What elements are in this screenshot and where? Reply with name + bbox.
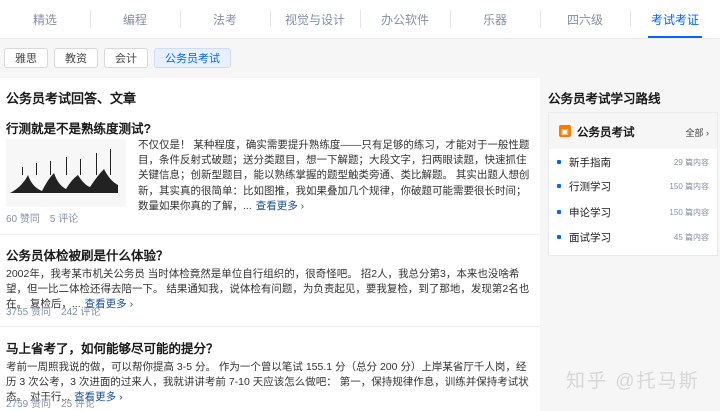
tab-office-software[interactable]: 办公软件 xyxy=(360,0,450,38)
learning-path-title: 公务员考试学习路线 xyxy=(548,92,661,106)
tab-law-exam[interactable]: 法考 xyxy=(180,0,270,38)
question-title[interactable]: 马上省考了，如何能够尽可能的提分？ xyxy=(6,338,219,357)
tab-programming[interactable]: 编程 xyxy=(90,0,180,38)
upvote-count[interactable]: 3755 赞同 xyxy=(6,303,51,318)
feed-title: 公务员考试回答、文章 xyxy=(6,91,137,106)
tab-exams-certificates[interactable]: 考试考证 xyxy=(630,0,720,38)
tab-instruments[interactable]: 乐器 xyxy=(450,0,540,38)
excerpt-text: 不仅仅是！ 某种程度，确实需要提升熟练度——只有足够的练习，才能对于一般性题目，… xyxy=(138,139,530,212)
path-item-label: 新手指南 xyxy=(569,156,611,169)
learning-path-name: 公务员考试 xyxy=(577,127,635,139)
question-title[interactable]: 公务员体检被刷是什么体验？ xyxy=(6,245,169,264)
question-title[interactable]: 行测就是不是熟练度测试? xyxy=(6,118,151,137)
upvote-count[interactable]: 60 赞同 xyxy=(6,210,40,225)
comment-count[interactable]: 25 评论 xyxy=(61,395,95,410)
comment-count[interactable]: 242 评论 xyxy=(61,303,100,318)
bullet-icon xyxy=(557,235,561,239)
comment-count[interactable]: 5 评论 xyxy=(50,210,78,225)
path-item-count: 150 篇内容 xyxy=(669,207,709,217)
zhihu-watermark: 知乎 @托马斯 xyxy=(566,371,700,392)
view-all-link[interactable]: 全部 › xyxy=(686,126,710,139)
path-item-label: 面试学习 xyxy=(569,231,611,244)
bullet-icon xyxy=(557,160,561,164)
chip-accounting[interactable]: 会计 xyxy=(104,48,148,68)
category-nav: 精选 编程 法考 视觉与设计 办公软件 乐器 四六级 考试考证 xyxy=(0,0,720,39)
path-item-label: 申论学习 xyxy=(569,206,611,219)
sub-category-chips: 雅思 教资 会计 公务员考试 xyxy=(4,48,231,68)
tab-visual-design[interactable]: 视觉与设计 xyxy=(270,0,360,38)
answer-stats: 2759 赞同 25 评论 xyxy=(6,395,95,410)
answer-excerpt[interactable]: 2002年，我考某市机关公务员 当时体检竟然是单位自行组织的，很奇怪吧。 招2人… xyxy=(6,267,536,310)
learning-path-card: ▣ 公务员考试 全部 › 新手指南 29 篇内容 行测学习 150 篇内容 申论… xyxy=(548,112,718,256)
path-item-beginner-guide[interactable]: 新手指南 29 篇内容 xyxy=(549,151,717,173)
path-item-xingce[interactable]: 行测学习 150 篇内容 xyxy=(549,175,717,197)
chip-civil-service[interactable]: 公务员考试 xyxy=(154,48,231,68)
answer-stats: 60 赞同 5 评论 xyxy=(6,210,78,225)
tab-jingxuan[interactable]: 精选 xyxy=(0,0,90,38)
path-item-count: 45 篇内容 xyxy=(673,232,709,242)
item-divider xyxy=(0,326,540,327)
learning-path-header[interactable]: ▣ 公务员考试 全部 › xyxy=(549,113,717,149)
path-item-interview[interactable]: 面试学习 45 篇内容 xyxy=(549,226,717,248)
item-divider xyxy=(0,234,540,235)
chip-teacher-cert[interactable]: 教资 xyxy=(54,48,98,68)
bullet-icon xyxy=(557,210,561,214)
answer-feed: 公务员考试回答、文章 行测就是不是熟练度测试? 不仅仅是！ 某种程度，确实需要提… xyxy=(0,78,540,411)
answer-excerpt[interactable]: 不仅仅是！ 某种程度，确实需要提升熟练度——只有足够的练习，才能对于一般性题目，… xyxy=(138,138,534,212)
path-item-count: 29 篇内容 xyxy=(673,157,709,167)
chip-ielts[interactable]: 雅思 xyxy=(4,48,48,68)
answer-excerpt[interactable]: 考前一周照我说的做，可以帮你提高 3-5 分。 作为一个曾以笔试 155.1 分… xyxy=(6,360,536,403)
answer-stats: 3755 赞同 242 评论 xyxy=(6,303,101,318)
tab-cet[interactable]: 四六级 xyxy=(540,0,630,38)
read-more-link[interactable]: 查看更多 › xyxy=(256,200,304,212)
path-item-count: 150 篇内容 xyxy=(669,181,709,191)
upvote-count[interactable]: 2759 赞同 xyxy=(6,395,51,410)
answer-thumbnail[interactable] xyxy=(6,139,126,207)
bullet-icon xyxy=(557,184,561,188)
exam-badge-icon: ▣ xyxy=(559,125,571,137)
path-item-label: 行测学习 xyxy=(569,180,611,193)
path-item-shenlun[interactable]: 申论学习 150 篇内容 xyxy=(549,201,717,223)
